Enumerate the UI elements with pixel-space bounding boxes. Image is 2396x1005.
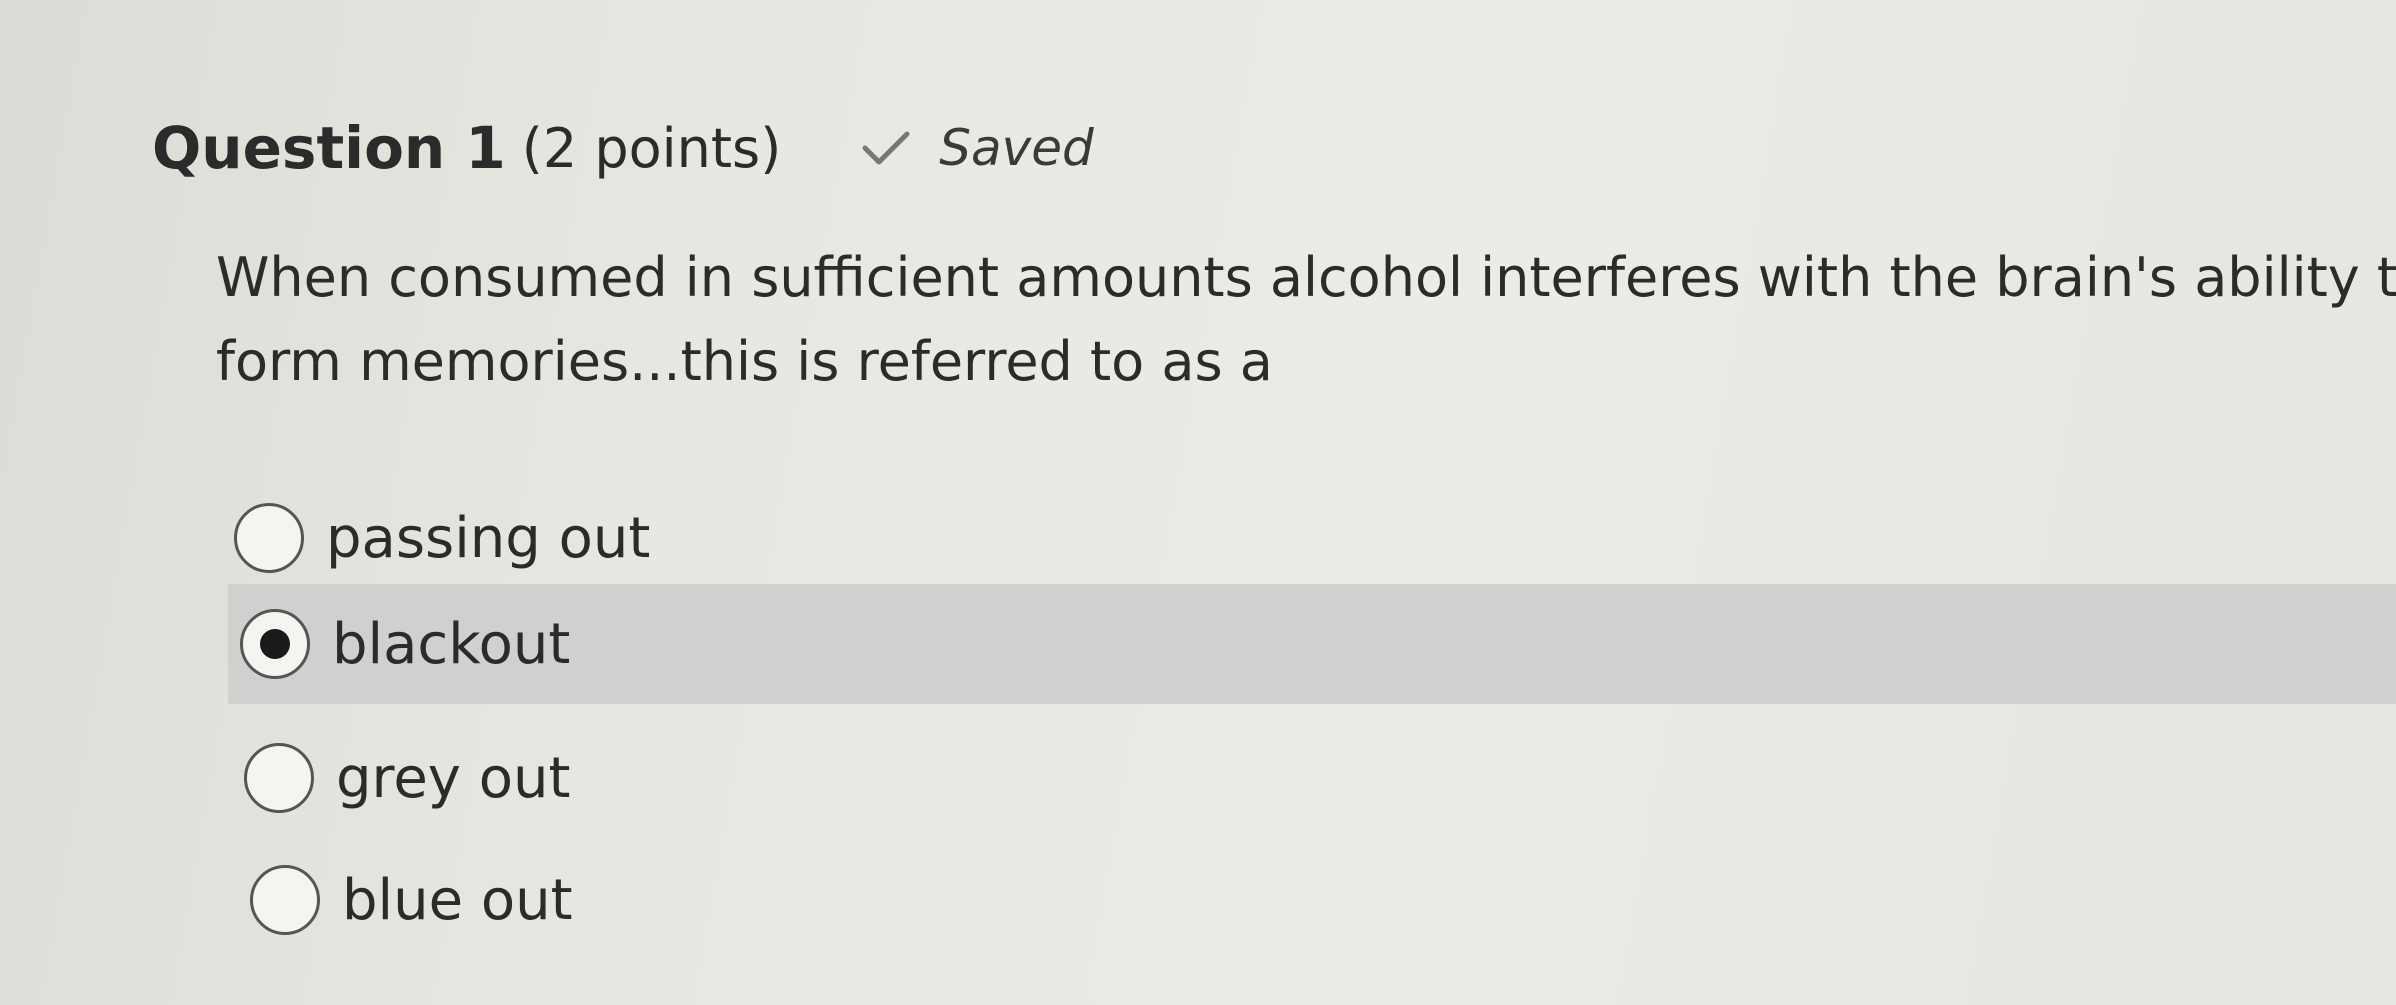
radio-button-unselected[interactable]	[244, 743, 314, 813]
radio-button-unselected[interactable]	[250, 865, 320, 935]
radio-button-unselected[interactable]	[234, 503, 304, 573]
saved-status: Saved	[861, 119, 1094, 177]
radio-dot-icon	[260, 629, 290, 659]
saved-label: Saved	[939, 119, 1094, 177]
radio-button-selected[interactable]	[240, 609, 310, 679]
question-title: Question 1	[152, 114, 506, 182]
option-blackout[interactable]: blackout	[228, 584, 2396, 704]
question-header: Question 1 (2 points) Saved	[152, 108, 1094, 188]
option-passing-out[interactable]: passing out	[234, 478, 650, 598]
option-label[interactable]: blue out	[342, 868, 573, 933]
option-label[interactable]: passing out	[326, 506, 650, 571]
question-points: (2 points)	[521, 116, 782, 180]
option-grey-out[interactable]: grey out	[244, 718, 570, 838]
question-text-line-1: When consumed in sufficient amounts alco…	[216, 246, 2396, 309]
check-icon	[861, 128, 911, 168]
question-text: When consumed in sufficient amounts alco…	[216, 236, 2396, 404]
question-text-line-2: form memories...this is referred to as a	[216, 330, 1273, 393]
option-label[interactable]: blackout	[332, 612, 570, 677]
option-label[interactable]: grey out	[336, 746, 570, 811]
option-blue-out[interactable]: blue out	[250, 840, 573, 960]
